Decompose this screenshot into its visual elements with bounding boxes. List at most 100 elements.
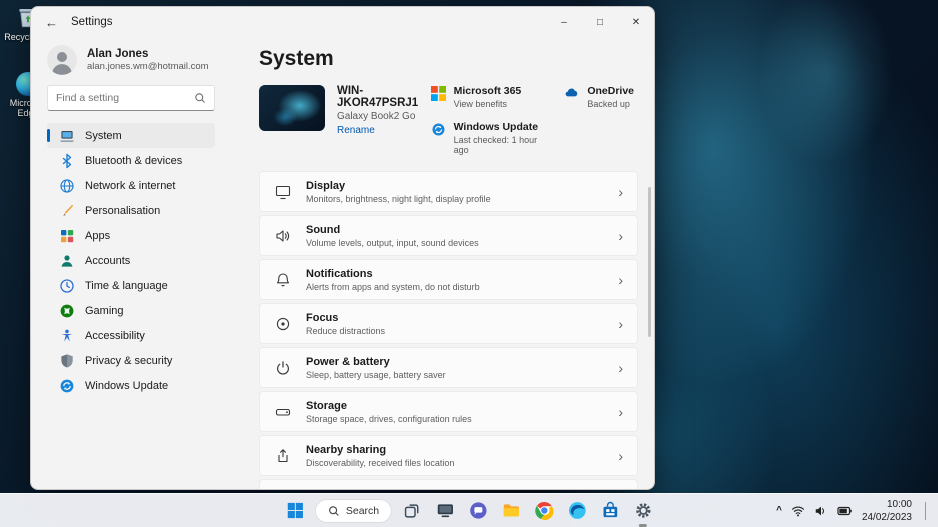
apps-grid-icon	[59, 228, 75, 244]
system-icon	[59, 128, 75, 144]
volume-icon[interactable]	[814, 504, 828, 518]
taskbar-settings[interactable]	[630, 498, 656, 524]
sidebar-item-network[interactable]: Network & internet	[47, 173, 215, 198]
row-storage[interactable]: Storage Storage space, drives, configura…	[259, 391, 638, 432]
search-icon	[194, 92, 206, 104]
onedrive-card[interactable]: OneDrive Backed up	[564, 85, 634, 109]
taskbar-clock[interactable]: 10:00 24/02/2023	[862, 498, 912, 524]
sidebar-item-time-language[interactable]: Time & language	[47, 273, 215, 298]
user-profile[interactable]: Alan Jones alan.jones.wm@hotmail.com	[47, 41, 215, 85]
taskbar-app-pc[interactable]	[432, 498, 458, 524]
row-subtitle: Sleep, battery usage, battery saver	[306, 370, 446, 380]
sidebar-item-label: Windows Update	[85, 380, 168, 392]
battery-icon[interactable]	[837, 504, 853, 518]
accessibility-icon	[59, 328, 75, 344]
device-model: Galaxy Book2 Go	[337, 111, 431, 122]
sidebar-item-gaming[interactable]: Gaming	[47, 298, 215, 323]
page-title: System	[259, 47, 638, 71]
search-icon	[328, 505, 340, 517]
bell-icon	[274, 271, 292, 289]
row-notifications[interactable]: Notifications Alerts from apps and syste…	[259, 259, 638, 300]
close-button[interactable]: ✕	[618, 7, 654, 37]
sidebar-item-accessibility[interactable]: Accessibility	[47, 323, 215, 348]
person-icon	[59, 253, 75, 269]
row-multi-tasking[interactable]: Multi-tasking Snap windows, desktops, ta…	[259, 479, 638, 490]
sidebar-item-windows-update[interactable]: Windows Update	[47, 373, 215, 398]
row-subtitle: Alerts from apps and system, do not dist…	[306, 282, 480, 292]
sidebar-nav: System Bluetooth & devices Network & int…	[47, 123, 215, 398]
scrollbar[interactable]	[648, 187, 651, 337]
device-name: WIN-JKOR47PSRJ1	[337, 85, 431, 109]
row-display[interactable]: Display Monitors, brightness, night ligh…	[259, 171, 638, 212]
show-desktop-button[interactable]	[925, 502, 928, 520]
sidebar-item-label: Bluetooth & devices	[85, 155, 182, 167]
chevron-right-icon: ›	[618, 449, 623, 463]
sidebar-item-label: Privacy & security	[85, 355, 172, 367]
taskbar-app-chat[interactable]	[465, 498, 491, 524]
row-nearby-sharing[interactable]: Nearby sharing Discoverability, received…	[259, 435, 638, 476]
sidebar-item-label: Time & language	[85, 280, 168, 292]
row-subtitle: Storage space, drives, configuration rul…	[306, 414, 472, 424]
taskbar-store[interactable]	[597, 498, 623, 524]
tray-date: 24/02/2023	[862, 511, 912, 524]
card-title: OneDrive	[587, 85, 634, 97]
sidebar-item-system[interactable]: System	[47, 123, 215, 148]
clock-icon	[59, 278, 75, 294]
taskbar: Search	[0, 493, 938, 527]
taskbar-search[interactable]: Search	[315, 499, 392, 523]
card-title: Microsoft 365	[454, 85, 522, 97]
sidebar-item-accounts[interactable]: Accounts	[47, 248, 215, 273]
sidebar-item-bluetooth[interactable]: Bluetooth & devices	[47, 148, 215, 173]
card-subtitle: Backed up	[587, 99, 634, 109]
taskbar-chrome[interactable]	[531, 498, 557, 524]
chevron-right-icon: ›	[618, 317, 623, 331]
sidebar-item-label: Gaming	[85, 305, 124, 317]
brush-icon	[59, 203, 75, 219]
windows-update-card[interactable]: Windows Update Last checked: 1 hour ago	[431, 121, 539, 155]
maximize-button[interactable]: □	[582, 7, 618, 37]
row-title: Display	[306, 180, 491, 192]
search-input[interactable]	[56, 92, 194, 104]
speaker-icon	[274, 227, 292, 245]
display-icon	[274, 183, 292, 201]
windows-update-icon	[431, 122, 446, 137]
taskbar-search-label: Search	[346, 505, 379, 517]
system-page: System WIN-JKOR47PSRJ1 Galaxy Book2 Go R…	[229, 37, 654, 489]
row-title: Sound	[306, 224, 479, 236]
share-icon	[274, 447, 292, 465]
microsoft-365-card[interactable]: Microsoft 365 View benefits	[431, 85, 539, 109]
minimize-button[interactable]: –	[546, 7, 582, 37]
sidebar-item-apps[interactable]: Apps	[47, 223, 215, 248]
chevron-right-icon: ›	[618, 273, 623, 287]
update-icon	[59, 378, 75, 394]
row-title: Focus	[306, 312, 385, 324]
back-button[interactable]: ←	[45, 15, 65, 30]
row-power-battery[interactable]: Power & battery Sleep, battery usage, ba…	[259, 347, 638, 388]
microsoft-365-icon	[431, 86, 446, 101]
task-view-button[interactable]	[399, 498, 425, 524]
row-focus[interactable]: Focus Reduce distractions ›	[259, 303, 638, 344]
sidebar-item-personalisation[interactable]: Personalisation	[47, 198, 215, 223]
taskbar-file-explorer[interactable]	[498, 498, 524, 524]
start-button[interactable]	[282, 498, 308, 524]
taskbar-edge[interactable]	[564, 498, 590, 524]
network-icon[interactable]	[791, 504, 805, 518]
shield-icon	[59, 353, 75, 369]
row-title: Nearby sharing	[306, 444, 454, 456]
row-sound[interactable]: Sound Volume levels, output, input, soun…	[259, 215, 638, 256]
sidebar-item-privacy[interactable]: Privacy & security	[47, 348, 215, 373]
focus-icon	[274, 315, 292, 333]
settings-search[interactable]	[47, 85, 215, 111]
xbox-icon	[59, 303, 75, 319]
globe-icon	[59, 178, 75, 194]
row-title: Multi-tasking	[306, 488, 466, 491]
power-icon	[274, 359, 292, 377]
chevron-right-icon: ›	[618, 405, 623, 419]
desktop: Recycle Bin Microsoft Edge ← Settings – …	[0, 0, 938, 527]
sidebar-item-label: Apps	[85, 230, 110, 242]
sidebar-item-label: Accessibility	[85, 330, 145, 342]
row-title: Notifications	[306, 268, 480, 280]
selected-indicator	[47, 129, 50, 142]
rename-link[interactable]: Rename	[337, 125, 431, 136]
tray-chevron-icon[interactable]: ^	[776, 505, 782, 516]
